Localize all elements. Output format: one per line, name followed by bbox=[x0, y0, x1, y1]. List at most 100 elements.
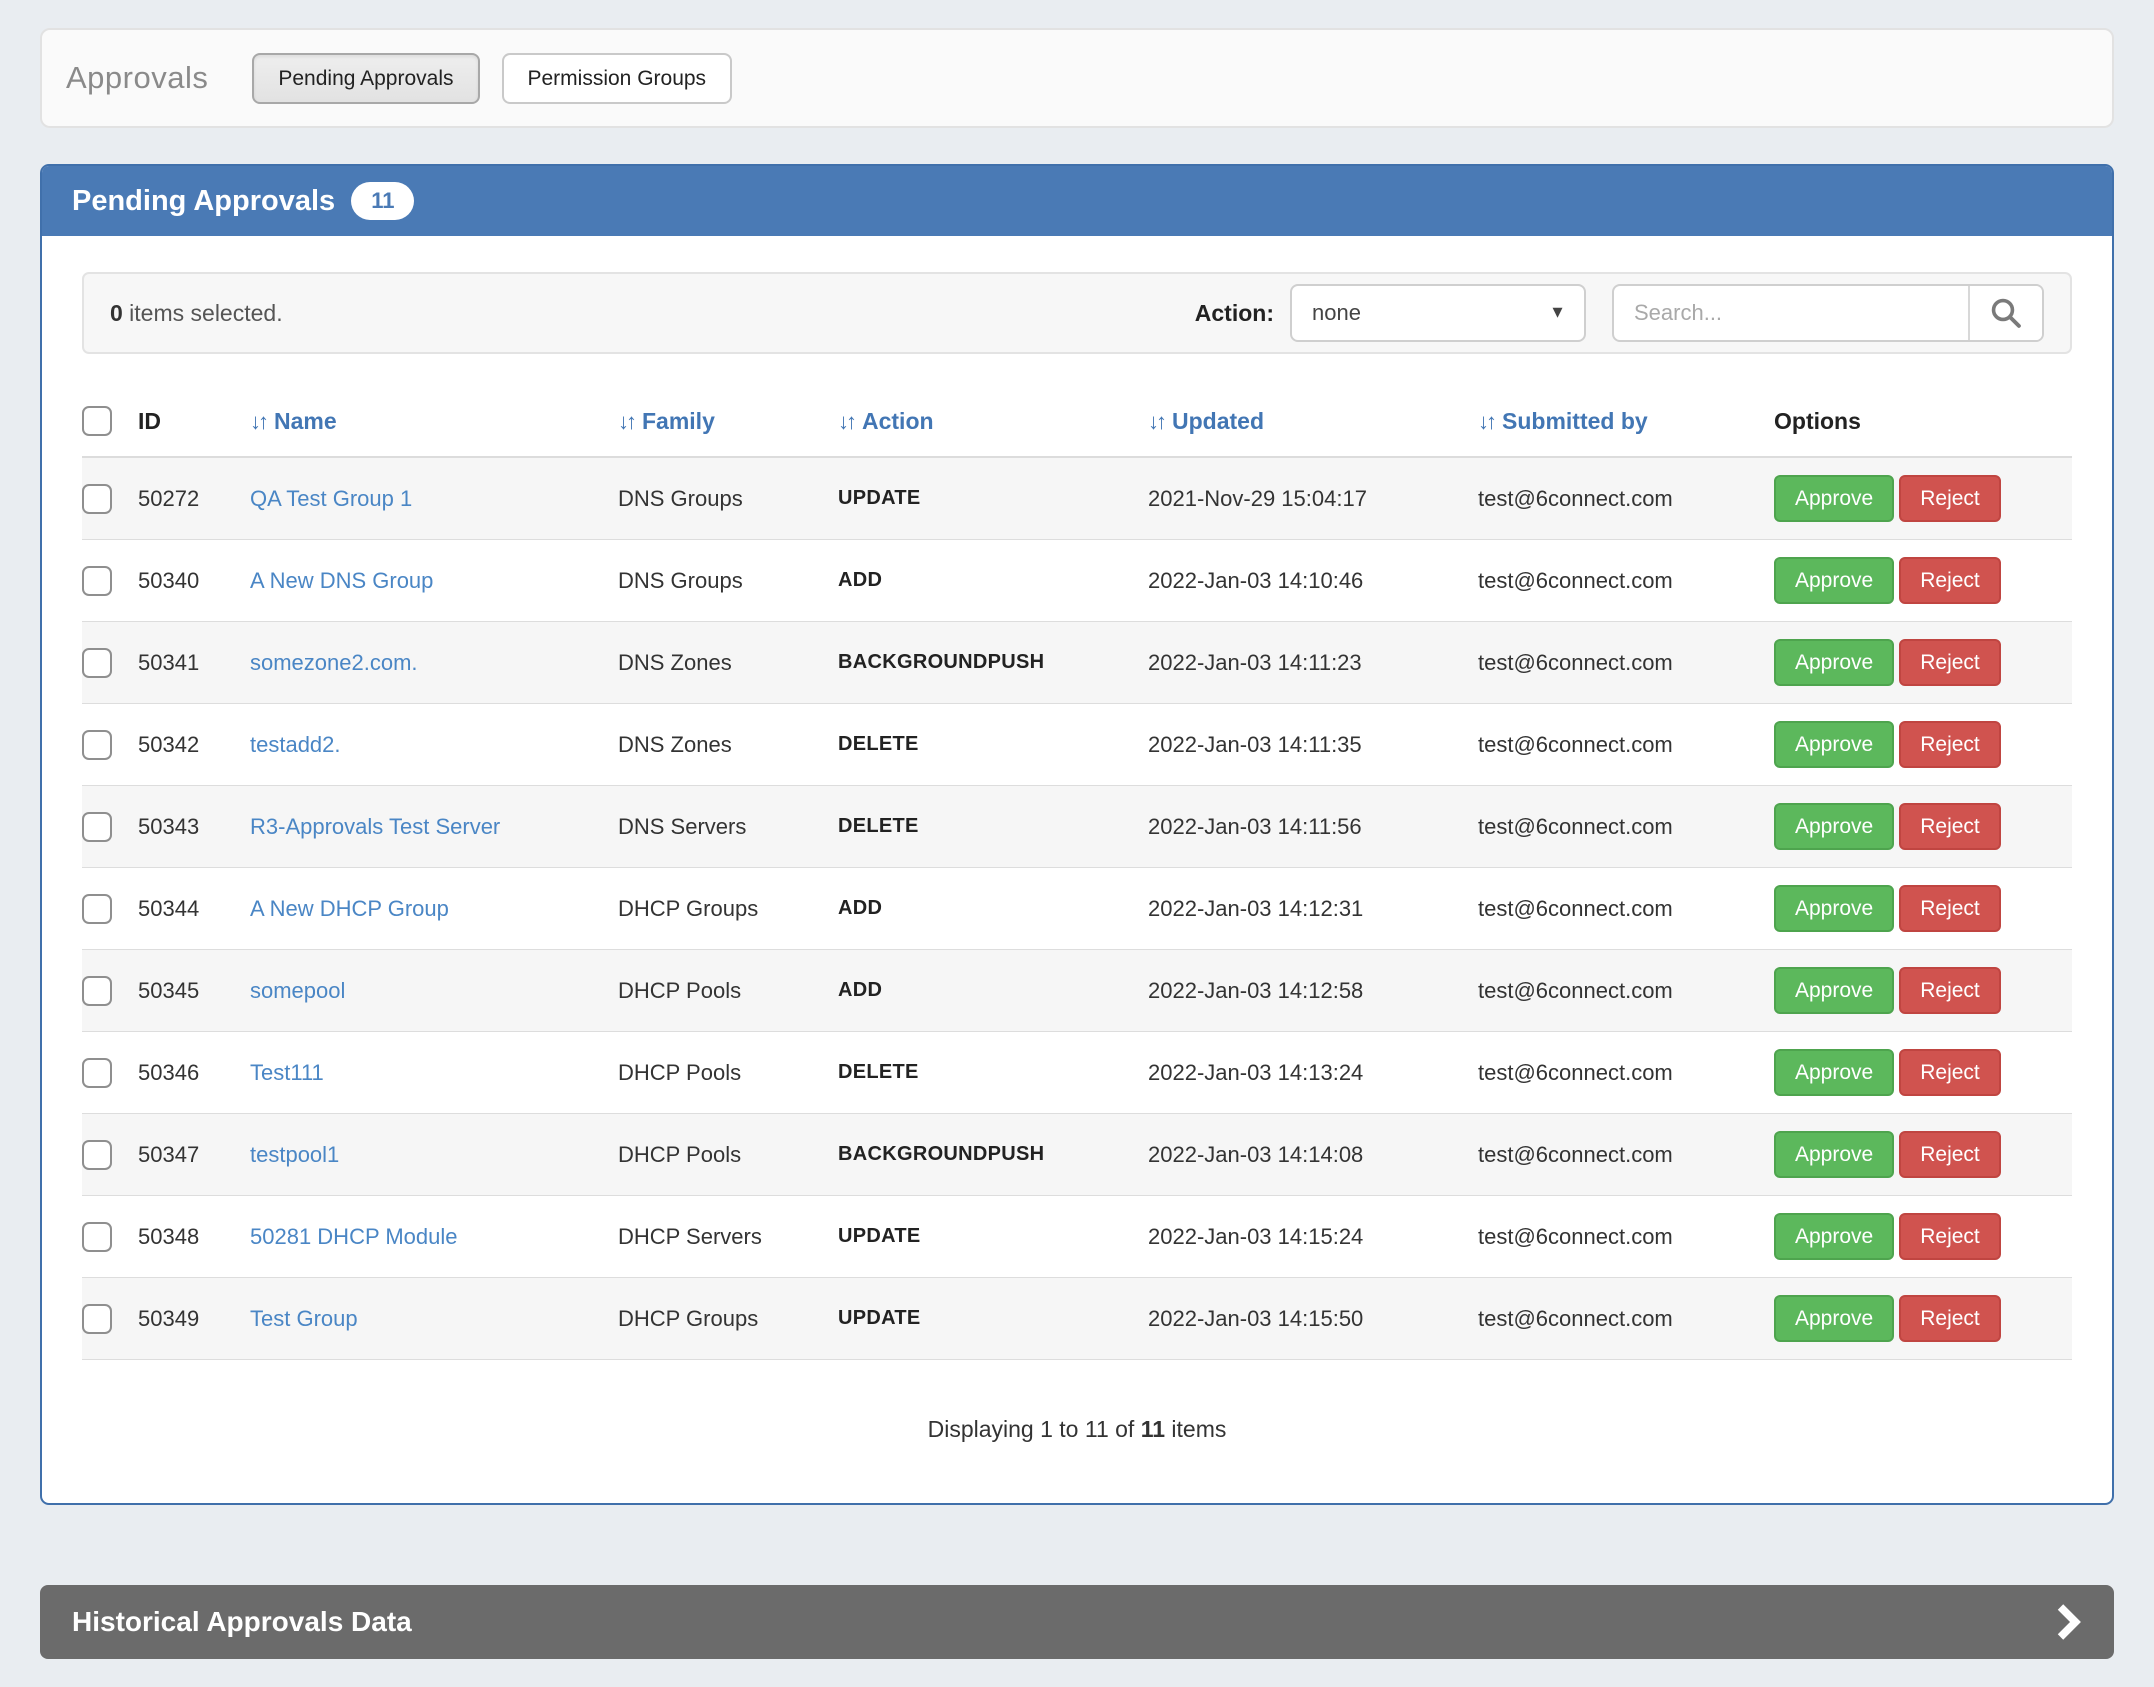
panel-header: Pending Approvals 11 bbox=[42, 166, 2112, 236]
row-name-link[interactable]: QA Test Group 1 bbox=[250, 486, 412, 511]
row-checkbox[interactable] bbox=[82, 812, 112, 842]
tab-permission-groups[interactable]: Permission Groups bbox=[502, 53, 733, 104]
row-name-link[interactable]: A New DHCP Group bbox=[250, 896, 449, 921]
row-checkbox[interactable] bbox=[82, 566, 112, 596]
reject-button[interactable]: Reject bbox=[1899, 885, 2001, 932]
row-updated: 2022-Jan-03 14:11:23 bbox=[1148, 622, 1478, 704]
table-row: 50344 A New DHCP Group DHCP Groups ADD 2… bbox=[82, 868, 2072, 950]
row-family: DHCP Pools bbox=[618, 1032, 838, 1114]
row-name-cell: QA Test Group 1 bbox=[250, 457, 618, 540]
sort-icon: ↓↑ bbox=[618, 409, 634, 434]
row-checkbox[interactable] bbox=[82, 484, 112, 514]
approve-button[interactable]: Approve bbox=[1774, 1213, 1894, 1260]
table-row: 50349 Test Group DHCP Groups UPDATE 2022… bbox=[82, 1278, 2072, 1360]
search-button[interactable] bbox=[1968, 286, 2042, 340]
row-checkbox[interactable] bbox=[82, 1222, 112, 1252]
reject-button[interactable]: Reject bbox=[1899, 803, 2001, 850]
column-header-family[interactable]: ↓↑Family bbox=[618, 406, 838, 457]
row-options-cell: ApproveReject bbox=[1774, 540, 2072, 622]
row-name-link[interactable]: testadd2. bbox=[250, 732, 341, 757]
row-name-link[interactable]: Test111 bbox=[250, 1060, 324, 1085]
row-options-cell: ApproveReject bbox=[1774, 868, 2072, 950]
row-submitted-by: test@6connect.com bbox=[1478, 1278, 1774, 1360]
row-updated: 2022-Jan-03 14:10:46 bbox=[1148, 540, 1478, 622]
approve-button[interactable]: Approve bbox=[1774, 475, 1894, 522]
row-id: 50349 bbox=[138, 1278, 250, 1360]
row-options-cell: ApproveReject bbox=[1774, 950, 2072, 1032]
row-name-cell: A New DHCP Group bbox=[250, 868, 618, 950]
select-all-checkbox[interactable] bbox=[82, 406, 112, 436]
row-name-link[interactable]: somepool bbox=[250, 978, 345, 1003]
search-input[interactable] bbox=[1614, 286, 1968, 340]
row-checkbox[interactable] bbox=[82, 1058, 112, 1088]
row-updated: 2022-Jan-03 14:13:24 bbox=[1148, 1032, 1478, 1114]
row-checkbox[interactable] bbox=[82, 730, 112, 760]
row-action: ADD bbox=[838, 868, 1148, 950]
panel-body: 0 items selected. Action: none ▼ bbox=[42, 236, 2112, 1503]
approve-button[interactable]: Approve bbox=[1774, 557, 1894, 604]
action-select-value: none bbox=[1312, 300, 1361, 326]
column-header-action[interactable]: ↓↑Action bbox=[838, 406, 1148, 457]
row-checkbox-cell bbox=[82, 1114, 138, 1196]
row-checkbox-cell bbox=[82, 704, 138, 786]
toolbar: 0 items selected. Action: none ▼ bbox=[82, 272, 2072, 354]
row-name-cell: testpool1 bbox=[250, 1114, 618, 1196]
caret-down-icon: ▼ bbox=[1549, 303, 1566, 323]
row-checkbox[interactable] bbox=[82, 976, 112, 1006]
row-updated: 2022-Jan-03 14:12:31 bbox=[1148, 868, 1478, 950]
row-family: DHCP Groups bbox=[618, 868, 838, 950]
pagination-suffix: items bbox=[1165, 1416, 1226, 1442]
row-name-link[interactable]: Test Group bbox=[250, 1306, 358, 1331]
tab-pending-approvals[interactable]: Pending Approvals bbox=[252, 53, 479, 104]
approve-button[interactable]: Approve bbox=[1774, 721, 1894, 768]
reject-button[interactable]: Reject bbox=[1899, 639, 2001, 686]
sort-icon: ↓↑ bbox=[1148, 409, 1164, 434]
chevron-right-icon bbox=[2054, 1602, 2082, 1642]
approve-button[interactable]: Approve bbox=[1774, 1295, 1894, 1342]
row-name-link[interactable]: R3-Approvals Test Server bbox=[250, 814, 500, 839]
row-family: DNS Zones bbox=[618, 622, 838, 704]
approve-button[interactable]: Approve bbox=[1774, 639, 1894, 686]
reject-button[interactable]: Reject bbox=[1899, 721, 2001, 768]
row-action: UPDATE bbox=[838, 457, 1148, 540]
approve-button[interactable]: Approve bbox=[1774, 1131, 1894, 1178]
row-id: 50345 bbox=[138, 950, 250, 1032]
action-select[interactable]: none ▼ bbox=[1290, 284, 1586, 342]
row-checkbox[interactable] bbox=[82, 1304, 112, 1334]
row-name-link[interactable]: somezone2.com. bbox=[250, 650, 418, 675]
historical-approvals-bar[interactable]: Historical Approvals Data bbox=[40, 1585, 2114, 1659]
column-header-name[interactable]: ↓↑Name bbox=[250, 406, 618, 457]
row-checkbox-cell bbox=[82, 457, 138, 540]
table-header-row: ID ↓↑Name ↓↑Family ↓↑Action ↓↑Updated ↓↑… bbox=[82, 406, 2072, 457]
row-name-cell: Test Group bbox=[250, 1278, 618, 1360]
row-submitted-by: test@6connect.com bbox=[1478, 868, 1774, 950]
row-checkbox[interactable] bbox=[82, 894, 112, 924]
approve-button[interactable]: Approve bbox=[1774, 1049, 1894, 1096]
approve-button[interactable]: Approve bbox=[1774, 967, 1894, 1014]
row-name-cell: A New DNS Group bbox=[250, 540, 618, 622]
row-action: DELETE bbox=[838, 704, 1148, 786]
search-icon bbox=[1988, 295, 2024, 331]
reject-button[interactable]: Reject bbox=[1899, 1049, 2001, 1096]
row-checkbox[interactable] bbox=[82, 648, 112, 678]
reject-button[interactable]: Reject bbox=[1899, 1131, 2001, 1178]
row-name-cell: R3-Approvals Test Server bbox=[250, 786, 618, 868]
column-header-submitted-by[interactable]: ↓↑Submitted by bbox=[1478, 406, 1774, 457]
row-checkbox[interactable] bbox=[82, 1140, 112, 1170]
reject-button[interactable]: Reject bbox=[1899, 557, 2001, 604]
historical-approvals-title: Historical Approvals Data bbox=[72, 1606, 412, 1638]
selection-status: 0 items selected. bbox=[110, 300, 283, 327]
row-name-link[interactable]: A New DNS Group bbox=[250, 568, 433, 593]
header-checkbox-cell bbox=[82, 406, 138, 457]
reject-button[interactable]: Reject bbox=[1899, 1213, 2001, 1260]
column-header-updated[interactable]: ↓↑Updated bbox=[1148, 406, 1478, 457]
approve-button[interactable]: Approve bbox=[1774, 885, 1894, 932]
reject-button[interactable]: Reject bbox=[1899, 475, 2001, 522]
reject-button[interactable]: Reject bbox=[1899, 967, 2001, 1014]
reject-button[interactable]: Reject bbox=[1899, 1295, 2001, 1342]
approve-button[interactable]: Approve bbox=[1774, 803, 1894, 850]
row-options-cell: ApproveReject bbox=[1774, 1114, 2072, 1196]
row-name-link[interactable]: 50281 DHCP Module bbox=[250, 1224, 458, 1249]
row-submitted-by: test@6connect.com bbox=[1478, 622, 1774, 704]
row-name-link[interactable]: testpool1 bbox=[250, 1142, 339, 1167]
